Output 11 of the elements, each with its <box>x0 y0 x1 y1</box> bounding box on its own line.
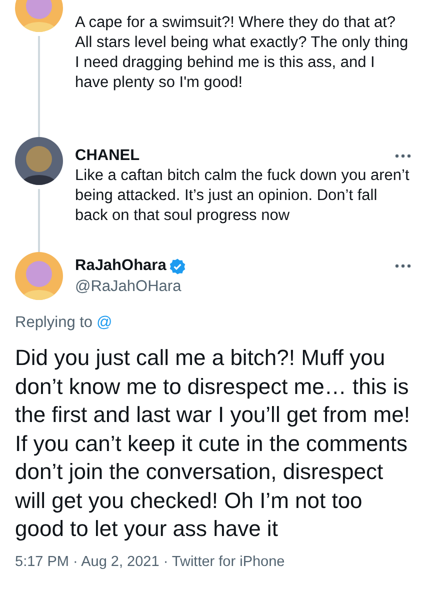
more-icon[interactable] <box>395 264 411 268</box>
user-name[interactable]: RaJahOhara <box>75 257 166 275</box>
avatar[interactable] <box>15 137 63 185</box>
replying-label: Replying to <box>15 314 93 331</box>
user-name[interactable]: CHANEL <box>75 147 140 165</box>
tweet-text: Like a caftan bitch calm the fuck down you aren’t being attacked. It’s just an opinion. Don’t fall back on that soul progress now <box>75 166 410 226</box>
tweet-timestamp: 5:17 PM · Aug 2, 2021 · Twitter for iPhone <box>15 554 286 570</box>
tweet-text: A cape for a swimsuit?! Where they do that at? All stars level being what exactly? The only thing I need dragging behind me is this ass, and I have plenty so I'm good! <box>75 13 410 93</box>
more-icon[interactable] <box>395 154 411 158</box>
tweet-text: Did you just call me a bitch?! Muff you don’t know me to disrespect me… this is the first and last war I you’ll get from me! If you can’t keep it cute in the comments don’t join the conversation, disrespect will get you checked! Oh I’m not too good to let your ass have it <box>15 344 411 543</box>
user-handle[interactable]: @RaJahOHara <box>75 278 383 296</box>
